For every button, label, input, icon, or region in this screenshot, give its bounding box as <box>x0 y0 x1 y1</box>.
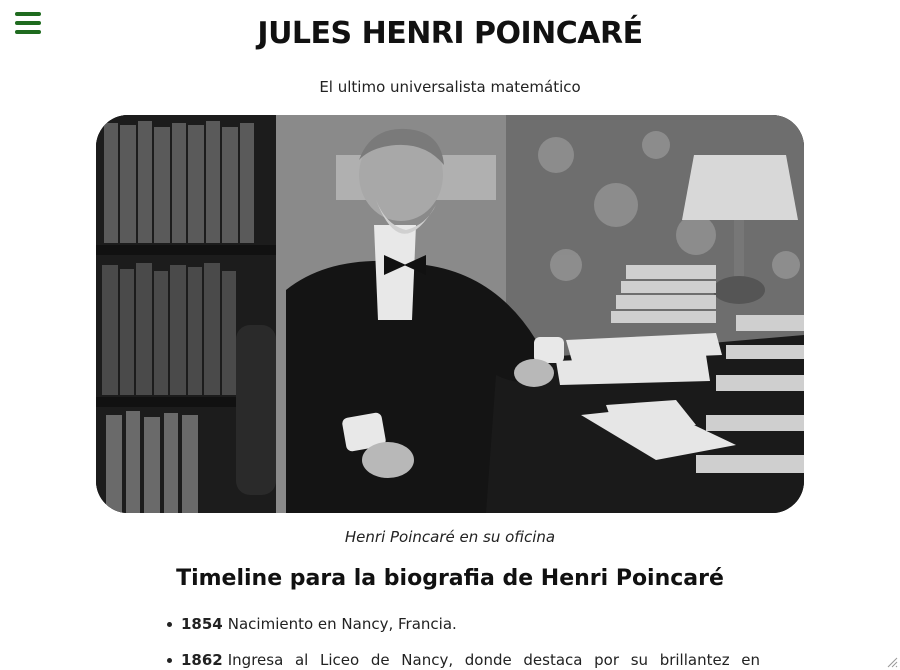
timeline-text: Ingresa al Liceo de Nancy, donde destaca… <box>227 651 760 669</box>
timeline-item: 1854 Nacimiento en Nancy, Francia. <box>165 612 760 636</box>
resize-grip-icon[interactable] <box>886 656 898 668</box>
poincare-office-photo <box>96 115 804 513</box>
photo-caption: Henri Poincaré en su oficina <box>344 528 556 546</box>
timeline-year: 1854 <box>181 615 223 633</box>
timeline-item: 1862 Ingresa al Liceo de Nancy, donde des… <box>165 648 760 670</box>
timeline-text: Nacimiento en Nancy, Francia. <box>227 615 457 633</box>
page-title: JULES HENRI POINCARÉ <box>257 16 643 51</box>
timeline-year: 1862 <box>181 651 223 669</box>
page-subtitle: El ultimo universalista matemático <box>319 78 581 96</box>
page: JULES HENRI POINCARÉ El ultimo universal… <box>0 0 900 670</box>
timeline-list: 1854 Nacimiento en Nancy, Francia. 1862 In… <box>165 612 760 670</box>
timeline-heading: Timeline para la biografia de Henri Poin… <box>176 566 724 591</box>
